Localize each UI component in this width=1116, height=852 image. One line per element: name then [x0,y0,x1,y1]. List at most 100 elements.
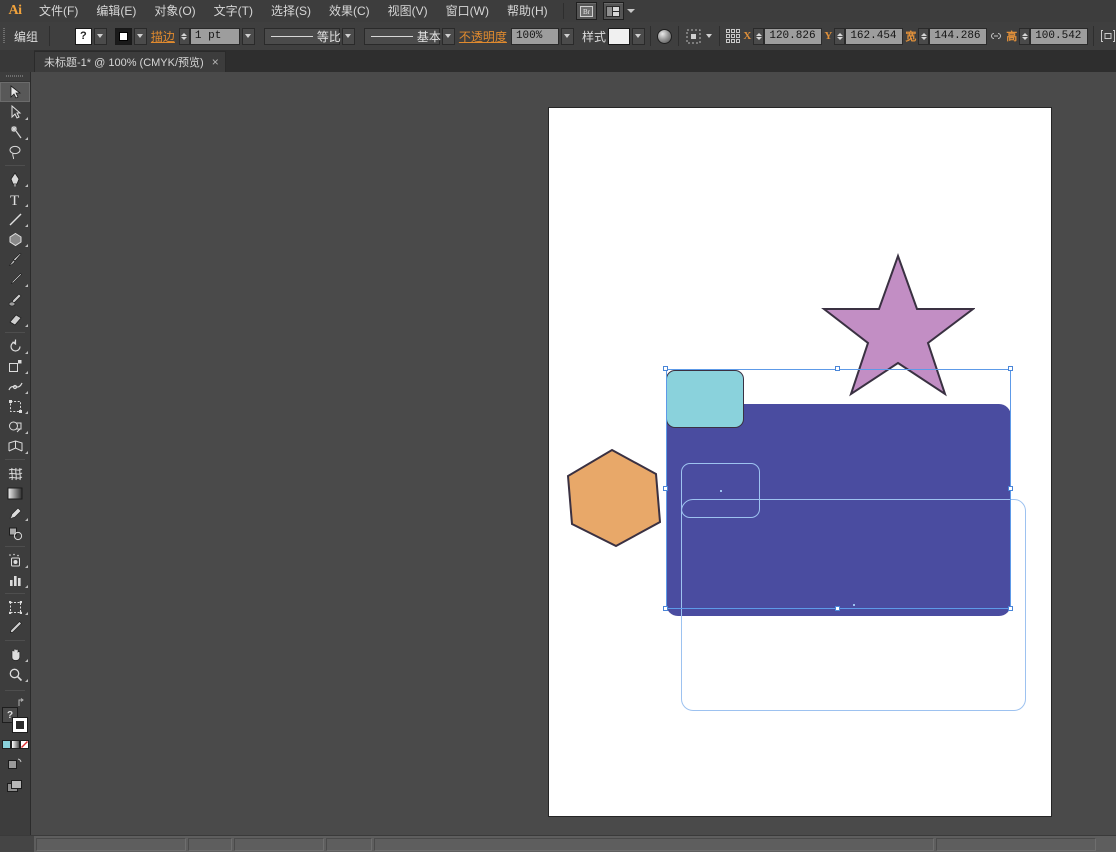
isolate-selection-icon[interactable] [1099,27,1116,46]
selection-handle-middle-left[interactable] [663,486,668,491]
symbol-sprayer-tool[interactable] [0,550,30,570]
brush-definition-select[interactable]: 基本 [363,27,441,45]
slice-tool[interactable] [0,617,30,637]
blend-tool[interactable] [0,523,30,543]
blob-brush-tool[interactable] [0,289,30,309]
transform-reference-point-icon[interactable] [725,27,742,46]
menu-help[interactable]: 帮助(H) [498,0,557,22]
hand-tool[interactable] [0,644,30,664]
eyedropper-tool[interactable] [0,503,30,523]
align-icon[interactable] [684,27,703,46]
menu-type[interactable]: 文字(T) [205,0,262,22]
menu-file[interactable]: 文件(F) [30,0,87,22]
fill-stroke-swatches[interactable]: ? [2,707,28,733]
transform-x-input[interactable]: 120.826 [764,27,823,45]
fill-swatch[interactable]: ? [74,27,92,45]
paintbrush-tool[interactable] [0,249,30,269]
selection-handle-bottom-left[interactable] [663,606,668,611]
taskbar-item[interactable] [234,837,324,851]
transform-y-input[interactable]: 162.454 [845,27,904,45]
close-icon[interactable]: × [212,56,219,68]
free-transform-tool[interactable] [0,396,30,416]
shape-builder-tool[interactable] [0,416,30,436]
menu-window[interactable]: 窗口(W) [437,0,498,22]
menu-select[interactable]: 选择(S) [262,0,320,22]
opacity-round-icon[interactable] [656,27,673,46]
eraser-tool[interactable] [0,309,30,329]
control-bar-grip[interactable] [0,22,8,50]
zoom-tool[interactable] [0,664,30,684]
selection-handle-top-left[interactable] [663,366,668,371]
stroke-label-link[interactable]: 描边 [147,28,179,45]
hexagon-shape[interactable] [564,448,664,548]
perspective-grid-tool[interactable] [0,436,30,456]
gradient-mode-swatch[interactable] [10,740,20,749]
opacity-input[interactable]: 100% [510,27,559,45]
magic-wand-tool[interactable] [0,122,30,142]
transform-width-input[interactable]: 144.286 [929,27,988,45]
os-taskbar[interactable] [0,835,1116,852]
taskbar-item[interactable] [326,837,372,851]
transform-x-stepper[interactable] [753,27,765,45]
menu-object[interactable]: 对象(O) [145,0,204,22]
star-shape[interactable] [821,252,975,397]
taskbar-item[interactable] [936,837,1096,851]
selection-handle-middle-right[interactable] [1008,486,1013,491]
teal-rounded-rect[interactable] [666,370,744,428]
opacity-caret-icon[interactable] [560,27,574,45]
fill-dropdown-caret-icon[interactable] [93,27,107,45]
stroke-weight-stepper[interactable] [178,27,190,45]
screen-mode-icon[interactable] [7,780,23,796]
menu-effect[interactable]: 效果(C) [320,0,379,22]
selection-handle-bottom-right[interactable] [1008,606,1013,611]
stroke-weight-caret-icon[interactable] [241,27,255,45]
stroke-profile-caret-icon[interactable] [341,27,355,45]
selection-handle-bottom-center[interactable] [835,606,840,611]
stroke-dropdown-caret-icon[interactable] [133,27,147,45]
stroke-profile-select[interactable]: 等比 [263,27,341,45]
selection-handle-top-right[interactable] [1008,366,1013,371]
opacity-label-link[interactable]: 不透明度 [455,28,511,45]
line-segment-tool[interactable] [0,209,30,229]
canvas-area[interactable] [31,72,1116,836]
gradient-tool[interactable] [0,483,30,503]
artboard-tool[interactable] [0,597,30,617]
pencil-tool[interactable] [0,269,30,289]
taskbar-item[interactable] [188,837,232,851]
color-mode-swatch[interactable] [1,740,11,749]
mesh-tool[interactable] [0,463,30,483]
arrange-caret-icon[interactable] [626,9,635,13]
stroke-weight-input[interactable]: 1 pt [189,27,240,45]
artboard[interactable] [549,108,1051,816]
tools-panel-grip[interactable] [0,72,30,82]
menu-view[interactable]: 视图(V) [379,0,437,22]
none-mode-swatch[interactable] [19,740,29,749]
arrange-documents-icon[interactable] [602,2,624,20]
drawing-mode-icon[interactable] [8,758,22,773]
transform-height-input[interactable]: 100.542 [1030,27,1089,45]
selection-handle-top-center[interactable] [835,366,840,371]
bridge-icon[interactable]: Br [575,2,597,20]
taskbar-item[interactable] [36,837,186,851]
pen-tool[interactable] [0,169,30,189]
taskbar-item[interactable] [374,837,934,851]
transform-y-stepper[interactable] [834,27,846,45]
link-constrain-icon[interactable] [987,27,1004,46]
graphic-style-caret-icon[interactable] [631,27,645,45]
direct-selection-tool[interactable] [0,102,30,122]
brush-definition-caret-icon[interactable] [441,27,455,45]
width-warp-tool[interactable] [0,376,30,396]
taskbar-start-button[interactable] [0,836,34,852]
rotate-tool[interactable] [0,336,30,356]
lasso-tool[interactable] [0,142,30,162]
align-caret-icon[interactable] [705,28,714,45]
scale-tool[interactable] [0,356,30,376]
stroke-swatch[interactable] [114,27,132,45]
graphic-style-swatch[interactable] [607,27,630,45]
menu-edit[interactable]: 编辑(E) [87,0,145,22]
stroke-color-swatch[interactable] [12,717,28,733]
transform-width-stepper[interactable] [918,27,930,45]
selection-tool[interactable] [0,82,30,102]
column-graph-tool[interactable] [0,570,30,590]
document-tab[interactable]: 未标题-1* @ 100% (CMYK/预览) × [34,51,226,72]
